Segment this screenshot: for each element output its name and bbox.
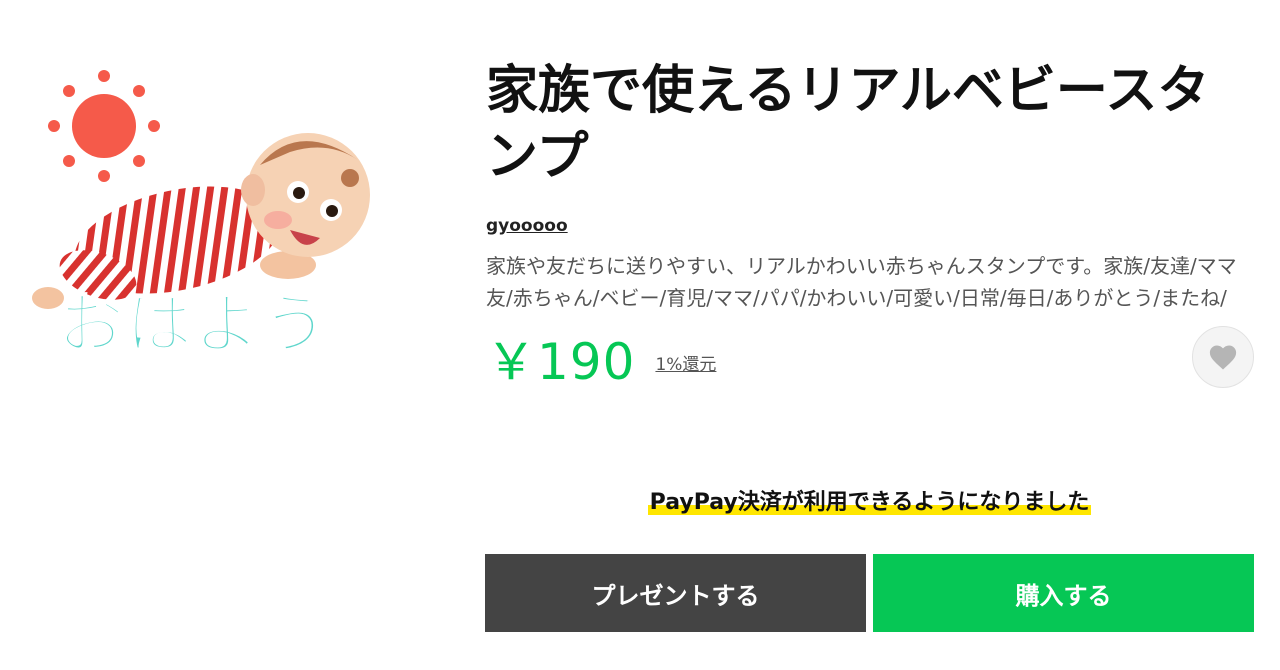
product-description: 家族や友だちに送りやすい、リアルかわいい赤ちゃんスタンプです。家族/友達/ママ友… xyxy=(486,254,1237,310)
author-link[interactable]: gyooooo xyxy=(486,216,568,236)
paypay-notice-text: PayPay決済が利用できるようになりました xyxy=(647,490,1092,515)
price-row: ￥190 1%還元 xyxy=(486,326,1256,391)
cashback-link[interactable]: 1%還元 xyxy=(655,350,716,375)
favorite-button[interactable] xyxy=(1192,326,1254,388)
price: ￥190 xyxy=(486,333,636,391)
gift-button[interactable]: プレゼントする xyxy=(485,554,866,632)
sticker-image: おはよう xyxy=(28,60,388,400)
sun-icon xyxy=(48,70,160,182)
sticker-detail-page: おはよう 家族で使えるリアルベビースタンプ gyooooo 家族や友だちに送りや… xyxy=(0,0,1280,670)
sticker-caption: おはよう xyxy=(57,286,330,363)
product-info: 家族で使えるリアルベビースタンプ gyooooo 家族や友だちに送りやすい、リア… xyxy=(486,58,1256,391)
paypay-notice: PayPay決済が利用できるようになりました xyxy=(486,484,1253,516)
buy-button[interactable]: 購入する xyxy=(873,554,1254,632)
heart-icon xyxy=(1209,345,1237,370)
product-title: 家族で使えるリアルベビースタンプ xyxy=(486,61,1210,187)
